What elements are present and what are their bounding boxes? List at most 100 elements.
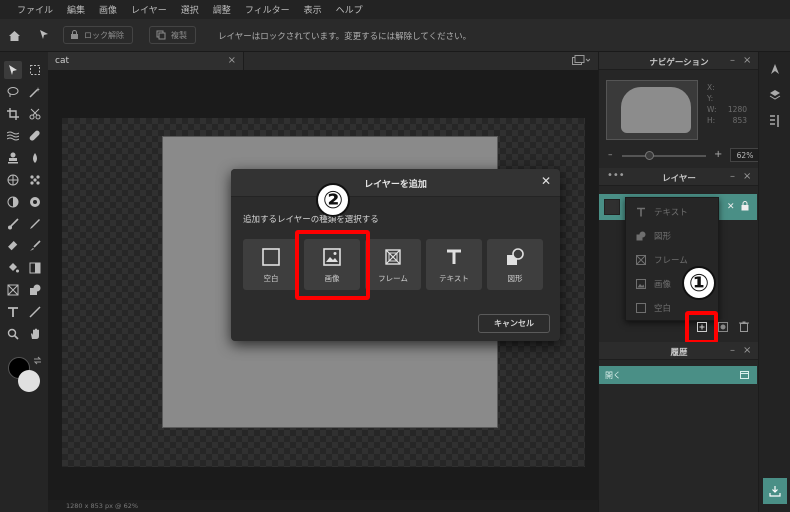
zoom-input[interactable]: 62%	[730, 148, 760, 162]
minimize-icon[interactable]: –	[730, 345, 735, 356]
pointer-icon[interactable]	[36, 27, 52, 43]
window-layout-icon[interactable]	[572, 55, 591, 69]
shape-tool-icon[interactable]	[26, 281, 44, 299]
close-tab-icon[interactable]: ×	[228, 55, 236, 66]
menu-item-label: 空白	[654, 304, 672, 314]
heal-tool-icon[interactable]	[26, 127, 44, 145]
swap-colors-icon[interactable]	[33, 356, 42, 368]
cut-tool-icon[interactable]	[26, 105, 44, 123]
menu-view[interactable]: 表示	[304, 3, 322, 16]
zoom-slider-handle[interactable]	[645, 151, 654, 160]
image-icon	[634, 279, 648, 289]
blank-icon	[243, 248, 299, 266]
text-icon	[634, 207, 648, 217]
frame-icon	[365, 248, 421, 266]
y-label: Y:	[707, 94, 714, 103]
navigation-panel-header: ナビゲーション – ×	[599, 52, 759, 70]
pencil-tool-icon[interactable]	[26, 215, 44, 233]
layer-actions	[599, 316, 759, 338]
zoom-out-icon[interactable]: –	[608, 150, 613, 160]
h-value: 853	[732, 116, 747, 125]
move-tool-icon[interactable]	[4, 61, 22, 79]
history-item[interactable]: 開く	[599, 366, 757, 384]
choice-label: フレーム	[378, 274, 408, 283]
unlock-button[interactable]: ロック解除	[63, 26, 133, 44]
navigation-title: ナビゲーション	[649, 58, 709, 68]
navigator-icon[interactable]	[767, 61, 783, 77]
document-tabbar: cat ×	[48, 52, 598, 70]
lock-message: レイヤーはロックされています。変更するには解除してください。	[218, 32, 472, 42]
menu-help[interactable]: ヘルプ	[336, 3, 363, 16]
crop-tool-icon[interactable]	[4, 105, 22, 123]
close-icon[interactable]: ✕	[541, 174, 551, 188]
close-icon[interactable]: ×	[743, 171, 751, 182]
liquify-tool-icon[interactable]	[4, 127, 22, 145]
close-icon[interactable]: ×	[743, 345, 751, 356]
zoom-in-icon[interactable]: +	[714, 149, 722, 160]
menu-item-text[interactable]: テキスト	[634, 204, 688, 220]
duplicate-icon	[156, 30, 166, 40]
menu-file[interactable]: ファイル	[17, 3, 53, 16]
hand-tool-icon[interactable]	[26, 325, 44, 343]
marquee-tool-icon[interactable]	[26, 61, 44, 79]
stamp-tool-icon[interactable]	[4, 149, 22, 167]
lasso-tool-icon[interactable]	[4, 83, 22, 101]
choice-shape[interactable]: 図形	[487, 239, 543, 290]
history-item-label: 開く	[605, 371, 621, 380]
options-toolbar: ロック解除 複製 レイヤーはロックされています。変更するには解除してください。	[0, 19, 790, 52]
download-icon	[769, 486, 781, 497]
gradient-tool-icon[interactable]	[26, 259, 44, 277]
minimize-icon[interactable]: –	[730, 55, 735, 66]
layers-title: レイヤー	[662, 174, 696, 184]
dodge-tool-icon[interactable]	[4, 193, 22, 211]
fill-tool-icon[interactable]	[4, 259, 22, 277]
menu-adjust[interactable]: 調整	[213, 3, 231, 16]
magic-wand-icon[interactable]	[26, 83, 44, 101]
menu-select[interactable]: 選択	[181, 3, 199, 16]
menu-image[interactable]: 画像	[99, 3, 117, 16]
duplicate-button[interactable]: 複製	[149, 26, 196, 44]
eyedropper-tool-icon[interactable]	[26, 303, 44, 321]
blur-tool-icon[interactable]	[26, 149, 44, 167]
background-color-swatch[interactable]	[18, 370, 40, 392]
w-label: W:	[707, 105, 717, 114]
menu-item-shape[interactable]: 図形	[634, 228, 671, 244]
export-button[interactable]	[763, 478, 787, 504]
choice-blank[interactable]: 空白	[243, 239, 299, 290]
text-tool-icon[interactable]	[4, 303, 22, 321]
home-icon[interactable]	[6, 27, 22, 43]
menu-filter[interactable]: フィルター	[245, 3, 290, 16]
burn-tool-icon[interactable]	[26, 193, 44, 211]
highlight-add-layer	[685, 311, 718, 344]
sponge-tool-icon[interactable]	[4, 171, 22, 189]
visibility-icon[interactable]: ✕	[727, 202, 735, 212]
properties-icon[interactable]	[767, 113, 783, 129]
replace-color-icon[interactable]	[26, 237, 44, 255]
frame-tool-icon[interactable]	[4, 281, 22, 299]
menu-layer[interactable]: レイヤー	[131, 3, 167, 16]
close-icon[interactable]: ×	[743, 55, 751, 66]
add-layer-dialog: レイヤーを追加 ✕ 追加するレイヤーの種類を選択する 空白 画像 フレーム テキ…	[231, 169, 560, 341]
choice-label: 図形	[507, 274, 523, 283]
brush-tool-icon[interactable]	[4, 215, 22, 233]
lock-icon[interactable]	[741, 201, 749, 214]
cancel-button[interactable]: キャンセル	[478, 314, 550, 333]
tool-palette	[0, 52, 48, 512]
menu-item-image[interactable]: 画像	[634, 276, 671, 292]
trash-icon[interactable]	[739, 321, 749, 335]
choice-frame[interactable]: フレーム	[365, 239, 421, 290]
document-tab[interactable]: cat ×	[48, 52, 244, 70]
menu-edit[interactable]: 編集	[67, 3, 85, 16]
menu-item-frame[interactable]: フレーム	[634, 252, 688, 268]
zoom-tool-icon[interactable]	[4, 325, 22, 343]
blank-icon	[634, 303, 648, 313]
minimize-icon[interactable]: –	[730, 171, 735, 182]
navigation-thumbnail[interactable]	[606, 80, 698, 140]
eraser-tool-icon[interactable]	[4, 237, 22, 255]
zoom-slider-track[interactable]	[622, 155, 706, 157]
layers-icon[interactable]	[767, 87, 783, 103]
menu-item-blank[interactable]: 空白	[634, 300, 671, 316]
choice-text[interactable]: テキスト	[426, 239, 482, 290]
dots-tool-icon[interactable]	[26, 171, 44, 189]
mask-icon[interactable]	[718, 322, 728, 335]
